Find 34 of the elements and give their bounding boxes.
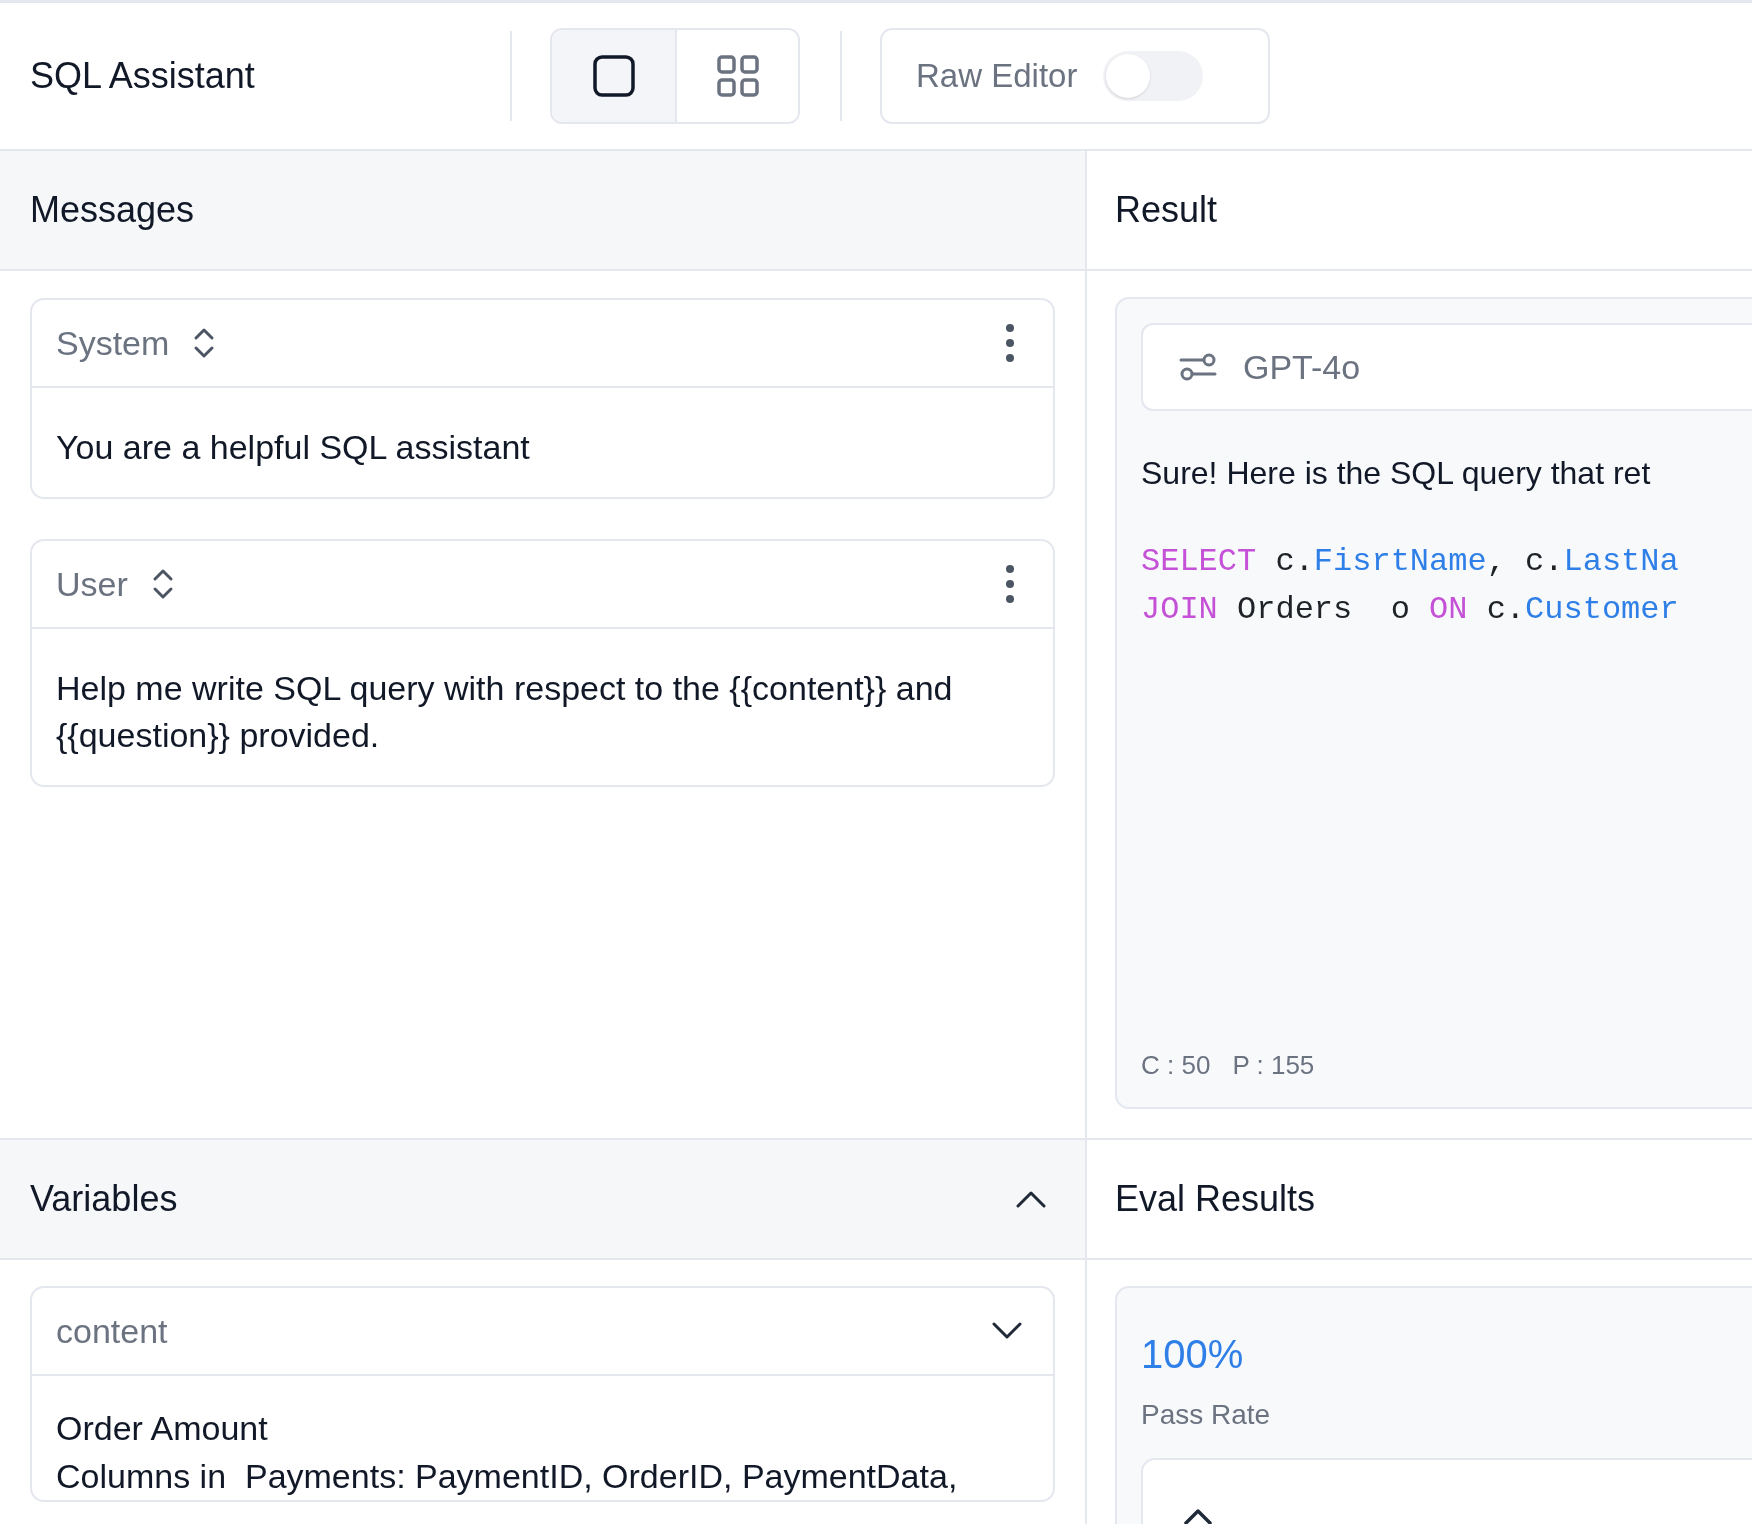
- code-line: SELECT c.FisrtName, c.LastNa: [1141, 542, 1680, 582]
- pass-rate-label: Pass Rate: [1141, 1398, 1272, 1432]
- more-options-icon[interactable]: [1005, 323, 1015, 363]
- chevron-up-icon[interactable]: [1183, 1506, 1213, 1524]
- variable-value-line: Columns in Payments: PaymentID, OrderID, PaymentData,: [56, 1456, 959, 1497]
- model-selector[interactable]: GPT-4o: [1141, 323, 1752, 411]
- section-title: Messages: [30, 188, 195, 232]
- message-text: Help me write SQL query with respect to the {{content}} and {{question}} provided.: [55, 668, 954, 756]
- role-selector[interactable]: User: [56, 558, 174, 610]
- token-count: C : 50: [1141, 1049, 1211, 1082]
- token-count: P : 155: [1232, 1049, 1315, 1082]
- section-title: Eval Results: [1115, 1177, 1316, 1221]
- chevron-down-icon[interactable]: [991, 1321, 1023, 1341]
- section-title: Variables: [30, 1177, 178, 1221]
- variable-value-line: Order Amount: [56, 1408, 269, 1449]
- raw-editor-switch[interactable]: [1103, 51, 1204, 101]
- more-options-icon[interactable]: [1005, 564, 1015, 604]
- square-icon: [591, 54, 636, 98]
- role-selector[interactable]: System: [56, 317, 216, 369]
- message-text: You are a helpful SQL assistant: [55, 427, 531, 468]
- response-text: Sure! Here is the SQL query that ret: [1141, 454, 1652, 493]
- sort-chevrons-icon: [151, 567, 174, 601]
- sort-chevrons-icon: [193, 326, 216, 360]
- grid-view-button[interactable]: [675, 30, 798, 122]
- grid-icon: [715, 54, 760, 98]
- page-title: SQL Assistant: [30, 54, 256, 98]
- pass-rate-value: 100%: [1141, 1331, 1245, 1378]
- sliders-icon: [1179, 352, 1217, 382]
- section-title: Result: [1115, 188, 1218, 232]
- raw-editor-label: Raw Editor: [916, 56, 1078, 97]
- variable-name: content: [56, 1310, 168, 1352]
- chevron-up-icon[interactable]: [1015, 1189, 1047, 1209]
- code-line: JOIN Orders o ON c.Customer: [1141, 590, 1680, 630]
- single-view-button[interactable]: [552, 30, 675, 122]
